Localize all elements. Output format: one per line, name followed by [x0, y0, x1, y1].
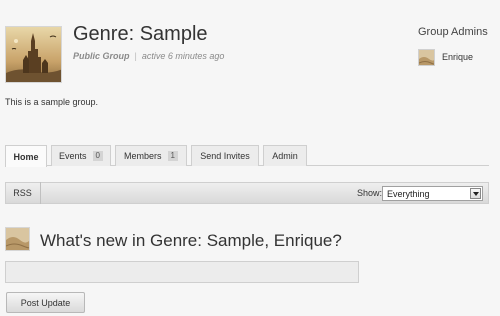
tab-label: Events	[59, 151, 87, 161]
tab-label: Members	[124, 151, 162, 161]
tab-count-badge: 0	[92, 151, 103, 161]
castle-image-icon	[6, 27, 61, 82]
post-update-button[interactable]: Post Update	[6, 292, 85, 313]
dropdown-arrow-icon[interactable]	[470, 188, 481, 199]
tab-home[interactable]: Home	[5, 145, 47, 167]
admin-avatar[interactable]	[418, 49, 435, 66]
group-admins-heading: Group Admins	[418, 26, 488, 38]
last-active: active 6 minutes ago	[141, 51, 225, 61]
current-user-avatar[interactable]	[5, 227, 30, 251]
whats-new-heading: What's new in Genre: Sample, Enrique?	[40, 231, 342, 250]
tab-label: Admin	[272, 151, 298, 161]
rss-button[interactable]: RSS	[5, 182, 41, 204]
tab-label: Send Invites	[200, 151, 250, 161]
sand-dunes-icon	[6, 228, 29, 250]
selected-option: Everything	[387, 188, 430, 199]
group-title: Genre: Sample	[73, 23, 208, 45]
tab-members[interactable]: Members 1	[115, 145, 187, 166]
show-filter-label: Show:	[357, 188, 383, 198]
tab-count-badge: 1	[167, 151, 178, 161]
activity-filter-select[interactable]: Everything	[382, 186, 483, 201]
group-description: This is a sample group.	[5, 97, 99, 107]
tab-send-invites[interactable]: Send Invites	[191, 145, 259, 166]
meta-separator: |	[134, 51, 137, 61]
sand-dunes-icon	[419, 50, 434, 65]
whats-new-textarea[interactable]	[5, 261, 359, 283]
admin-name-link[interactable]: Enrique	[442, 52, 473, 62]
tab-admin[interactable]: Admin	[263, 145, 307, 166]
group-avatar[interactable]	[5, 26, 62, 83]
tab-events[interactable]: Events 0	[51, 145, 111, 166]
group-meta: Public Group | active 6 minutes ago	[73, 51, 224, 61]
group-type: Public Group	[73, 51, 130, 61]
tab-label: Home	[13, 151, 39, 162]
